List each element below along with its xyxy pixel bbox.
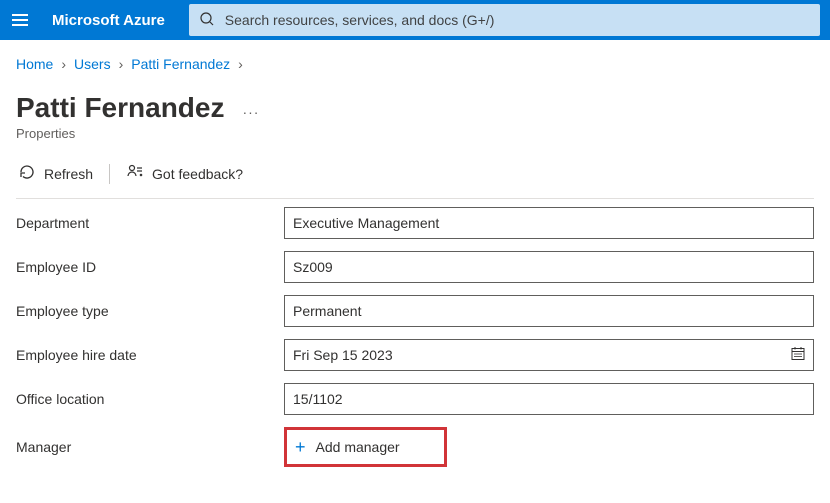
breadcrumb-user[interactable]: Patti Fernandez (131, 56, 230, 72)
label-office-location: Office location (16, 391, 284, 407)
refresh-button[interactable]: Refresh (16, 159, 95, 188)
refresh-label: Refresh (44, 166, 93, 182)
input-employee-type[interactable] (284, 295, 814, 327)
label-department: Department (16, 215, 284, 231)
hamburger-icon (12, 14, 28, 26)
row-employee-id: Employee ID (16, 251, 814, 283)
top-bar: Microsoft Azure (0, 0, 830, 40)
add-manager-highlight: + Add manager (284, 427, 447, 467)
feedback-button[interactable]: Got feedback? (124, 159, 245, 188)
chevron-right-icon: › (119, 56, 124, 72)
row-employee-type: Employee type (16, 295, 814, 327)
label-hire-date: Employee hire date (16, 347, 284, 363)
input-employee-id[interactable] (284, 251, 814, 283)
hamburger-menu-button[interactable] (0, 0, 40, 40)
plus-icon: + (295, 438, 306, 456)
search-box[interactable] (189, 4, 820, 36)
row-manager: Manager + Add manager (16, 427, 814, 467)
add-manager-button[interactable]: + Add manager (291, 434, 404, 460)
search-input[interactable] (225, 12, 810, 28)
row-department: Department (16, 207, 814, 239)
calendar-icon[interactable] (790, 346, 806, 365)
breadcrumb-home[interactable]: Home (16, 56, 53, 72)
toolbar: Refresh Got feedback? (16, 159, 814, 198)
divider (16, 198, 814, 199)
page-subtitle: Properties (16, 126, 814, 141)
search-container (189, 0, 830, 40)
feedback-icon (126, 163, 144, 184)
page-title: Patti Fernandez (16, 92, 224, 124)
input-office-location[interactable] (284, 383, 814, 415)
input-department[interactable] (284, 207, 814, 239)
label-employee-type: Employee type (16, 303, 284, 319)
chevron-right-icon: › (238, 56, 243, 72)
label-manager: Manager (16, 439, 284, 455)
title-row: Patti Fernandez ··· (16, 92, 814, 124)
input-hire-date[interactable] (284, 339, 814, 371)
toolbar-separator (109, 164, 110, 184)
more-button[interactable]: ··· (242, 104, 259, 120)
breadcrumb-users[interactable]: Users (74, 56, 111, 72)
content: Home › Users › Patti Fernandez › Patti F… (0, 40, 830, 467)
breadcrumb: Home › Users › Patti Fernandez › (16, 56, 814, 72)
search-icon (199, 11, 215, 30)
brand-label[interactable]: Microsoft Azure (40, 12, 189, 29)
row-hire-date: Employee hire date (16, 339, 814, 371)
add-manager-label: Add manager (316, 439, 400, 455)
feedback-label: Got feedback? (152, 166, 243, 182)
row-office-location: Office location (16, 383, 814, 415)
chevron-right-icon: › (61, 56, 66, 72)
label-employee-id: Employee ID (16, 259, 284, 275)
refresh-icon (18, 163, 36, 184)
